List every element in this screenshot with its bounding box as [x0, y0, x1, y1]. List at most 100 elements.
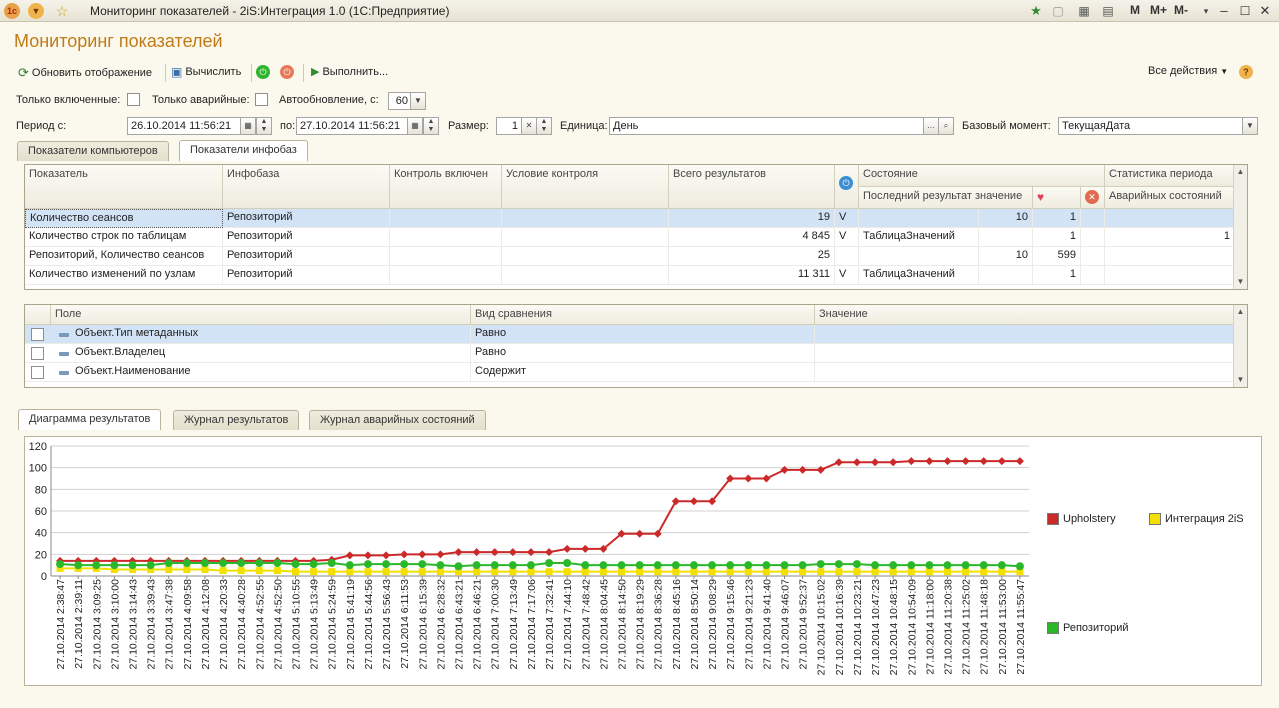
x-tick-label: 27.10.2014 9:41:40 [761, 579, 773, 670]
base-moment-dropdown[interactable]: ▼ [1242, 117, 1258, 135]
autoupdate-input[interactable]: 60 [388, 92, 412, 110]
scroll-up-icon[interactable]: ▲ [1234, 165, 1247, 179]
period-to-input[interactable]: 27.10.2014 11:56:21 [296, 117, 408, 135]
x-tick-label: 27.10.2014 9:08:29 [707, 579, 719, 670]
x-tick-label: 27.10.2014 6:46:21 [472, 579, 484, 670]
app-logo-icon[interactable]: 1с [4, 3, 20, 19]
col-header-infobase[interactable]: Инфобаза [223, 165, 390, 209]
size-input[interactable]: 1 [496, 117, 522, 135]
scroll-up-icon[interactable]: ▲ [1234, 305, 1247, 319]
favorites-star-icon[interactable]: ☆ [54, 3, 70, 19]
history-icon[interactable]: ▢ [1050, 3, 1066, 19]
col-header-last-value[interactable]: Последний результат значение [859, 187, 1033, 209]
tab-alarm-log[interactable]: Журнал аварийных состояний [309, 410, 486, 430]
x-tick-label: 27.10.2014 10:47:23 [870, 579, 882, 676]
cell-field: Объект.Тип метаданных [71, 325, 471, 344]
data-point [491, 568, 499, 576]
scroll-down-icon[interactable]: ▼ [1234, 373, 1247, 387]
col-header-comparison[interactable]: Вид сравнения [471, 305, 815, 325]
cell-indicator: Количество сеансов [25, 209, 223, 228]
tab-computer-indicators[interactable]: Показатели компьютеров [17, 141, 169, 161]
chevron-down-icon[interactable]: ▾ [1198, 3, 1214, 19]
x-tick-label: 27.10.2014 11:25:02 [961, 579, 973, 675]
field-icon [59, 352, 69, 356]
x-tick-label: 27.10.2014 10:16:39 [834, 579, 846, 676]
size-clear-button[interactable]: ✕ [521, 117, 537, 135]
col-header-heart[interactable]: ♥ [1033, 187, 1081, 209]
x-tick-label: 27.10.2014 2:39:11 [73, 579, 85, 669]
only-alarm-checkbox[interactable] [255, 93, 268, 106]
calculator-icon[interactable]: ▦ [1076, 3, 1092, 19]
calendar-to-button[interactable]: ▦ [407, 117, 423, 135]
data-point [671, 561, 680, 570]
add-favorite-icon[interactable]: ★ [1028, 3, 1044, 19]
power-on-icon[interactable]: ⏻ [256, 65, 270, 79]
unit-input[interactable]: День [609, 117, 924, 135]
memory-plus-button[interactable]: M+ [1150, 3, 1167, 17]
close-icon[interactable]: ✕ [1257, 3, 1273, 19]
calculate-button[interactable]: ▣ Вычислить [171, 65, 241, 79]
period-to-spin[interactable]: ▲ ▼ [423, 117, 439, 135]
col-header-state[interactable]: Состояние [859, 165, 1105, 187]
refresh-button[interactable]: ⟳ Обновить отображение [18, 65, 152, 81]
col-header-power[interactable]: ⏻ [835, 165, 859, 209]
tab-results-log[interactable]: Журнал результатов [173, 410, 300, 430]
x-tick-label: 27.10.2014 5:41:19 [345, 579, 357, 670]
col-header-indicator[interactable]: Показатель [25, 165, 223, 209]
col-header-alarm[interactable]: ✕ [1081, 187, 1105, 209]
data-point [816, 560, 825, 569]
filter-use-checkbox[interactable] [31, 328, 44, 341]
calculate-label: Вычислить [185, 66, 242, 78]
table-row[interactable] [25, 285, 1235, 289]
x-tick-label: 27.10.2014 11:20:38 [943, 579, 955, 675]
unit-label: Единица: [560, 120, 608, 132]
command-bar: ⟳ Обновить отображение ▣ Вычислить ⏻ ⏻ ▶… [16, 64, 1266, 82]
cell-empty-e1 [390, 266, 502, 285]
calendar-icon[interactable]: ▤ [1100, 3, 1116, 19]
indicators-scrollbar[interactable]: ▲ ▼ [1233, 165, 1247, 289]
x-tick-label: 27.10.2014 8:45:16 [671, 579, 683, 670]
cell-comparison: Равно [471, 344, 815, 363]
col-header-value[interactable]: Значение [815, 305, 1235, 325]
x-tick-label: 27.10.2014 3:10:00 [109, 579, 121, 670]
menu-icon[interactable]: ▼ [28, 3, 44, 19]
execute-button[interactable]: ▶ Выполнить... [311, 65, 388, 79]
scroll-down-icon[interactable]: ▼ [1234, 275, 1247, 289]
period-from-label: Период с: [16, 120, 67, 132]
period-from-input[interactable]: 26.10.2014 11:56:21 [127, 117, 241, 135]
cell-infobase: Репозиторий [223, 228, 390, 247]
memory-button[interactable]: M [1130, 3, 1140, 17]
memory-minus-button[interactable]: M- [1174, 3, 1188, 17]
power-off-icon[interactable]: ⏻ [280, 65, 294, 79]
filter-scrollbar[interactable]: ▲ ▼ [1233, 305, 1247, 387]
data-point [310, 568, 318, 576]
cell-alarm [1105, 247, 1235, 266]
base-moment-input[interactable]: ТекущаяДата [1058, 117, 1243, 135]
cell-empty-e3 [1081, 247, 1105, 266]
col-header-condition[interactable]: Условие контроля [502, 165, 669, 209]
filter-use-checkbox[interactable] [31, 366, 44, 379]
data-point [726, 561, 735, 570]
col-header-alarm-states[interactable]: Аварийных состояний [1105, 187, 1235, 209]
autoupdate-dropdown-button[interactable]: ▼ [410, 92, 426, 110]
col-header-field[interactable]: Поле [51, 305, 471, 325]
tab-infobase-indicators[interactable]: Показатели инфобаз [179, 140, 308, 161]
minimize-icon[interactable]: – [1216, 3, 1232, 19]
col-header-control-enabled[interactable]: Контроль включен [390, 165, 502, 209]
size-spin[interactable]: ▲ ▼ [536, 117, 552, 135]
maximize-icon[interactable]: ☐ [1237, 3, 1253, 19]
filter-use-checkbox[interactable] [31, 347, 44, 360]
only-enabled-checkbox[interactable] [127, 93, 140, 106]
col-header-total[interactable]: Всего результатов [669, 165, 835, 209]
period-from-spin[interactable]: ▲ ▼ [256, 117, 272, 135]
cell-heart: 1 [1033, 266, 1081, 285]
x-tick-label: 27.10.2014 11:48:18 [979, 579, 991, 675]
col-header-period-stats[interactable]: Статистика периода [1105, 165, 1235, 187]
help-icon[interactable]: ? [1239, 65, 1253, 79]
unit-search-icon[interactable]: ⌕ [938, 117, 954, 135]
all-actions-button[interactable]: Все действия ▼ [1148, 65, 1228, 77]
tab-results-chart[interactable]: Диаграмма результатов [18, 409, 162, 430]
calendar-from-button[interactable]: ▦ [240, 117, 256, 135]
data-point [454, 562, 463, 571]
unit-select-button[interactable]: … [923, 117, 939, 135]
